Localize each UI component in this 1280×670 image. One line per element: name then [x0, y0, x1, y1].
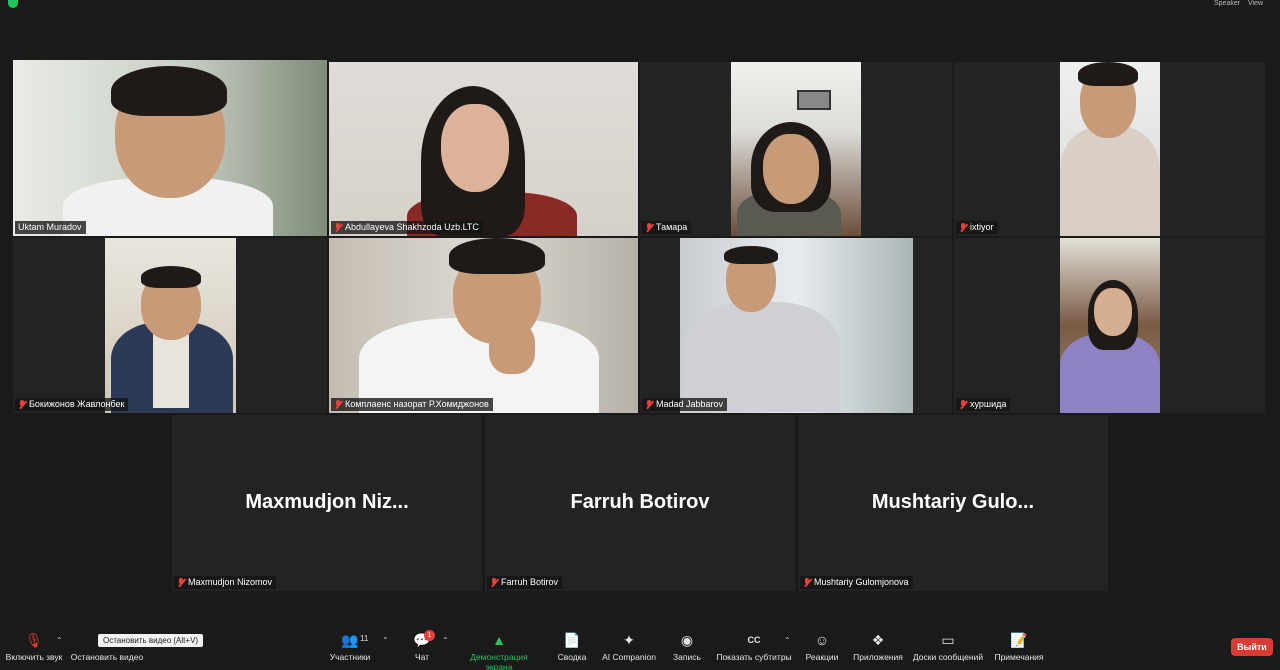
chat-unread-badge: 1	[424, 630, 435, 641]
gallery-view-button[interactable]: View	[1248, 0, 1263, 8]
chat-options-chevron-icon[interactable]: ⌃	[442, 636, 449, 645]
participant-name-tag: Madad Jabbarov	[642, 398, 728, 411]
mic-muted-icon	[959, 223, 967, 232]
participant-name-tag: Тамара	[642, 221, 692, 234]
notes-icon: 📝	[1010, 632, 1028, 648]
mic-muted-icon	[803, 578, 811, 587]
mic-muted-icon	[334, 223, 342, 232]
participant-display-name: Farruh Botirov	[570, 491, 710, 513]
participant-name-tag: Бокижонов Жавлонбек	[15, 398, 129, 411]
mic-muted-icon: 🎙	[25, 632, 43, 648]
video-tile-madad[interactable]: Madad Jabbarov	[640, 238, 952, 413]
participant-name-tag: Maxmudjon Nizomov	[174, 576, 277, 589]
leave-meeting-button[interactable]: Выйти	[1231, 638, 1273, 656]
participants-options-chevron-icon[interactable]: ⌃	[382, 636, 389, 645]
video-tile-tamara[interactable]: Тамара	[640, 62, 952, 236]
participant-name-tag: Abdullayeva Shakhzoda Uzb.LTC	[331, 221, 483, 234]
video-feed	[731, 62, 861, 236]
video-feed	[13, 60, 327, 236]
mic-muted-icon	[645, 223, 653, 232]
share-screen-arrow-icon: ▲	[492, 632, 506, 648]
video-feed	[1060, 238, 1160, 413]
closed-captions-icon: CC	[747, 635, 761, 645]
record-icon: ◉	[680, 632, 694, 648]
captions-options-chevron-icon[interactable]: ⌃	[784, 636, 791, 645]
record-button[interactable]: ◉ Запись	[670, 632, 704, 662]
summary-document-icon: 📄	[563, 632, 581, 648]
ai-companion-button[interactable]: ✦ AI Companion	[600, 632, 658, 662]
video-tile-compliance[interactable]: Комплаенс назорат Р.Хомиджонов	[329, 238, 638, 413]
participant-name-tag: ixtiyor	[956, 221, 998, 234]
share-screen-button[interactable]: ▲ Демонстрация экрана	[456, 632, 542, 670]
mic-muted-icon	[177, 578, 185, 587]
reactions-button[interactable]: ☺ Реакции	[804, 632, 840, 662]
participant-display-name: Maxmudjon Niz...	[245, 491, 409, 513]
video-tile-farruh[interactable]: Farruh Botirov Farruh Botirov	[485, 415, 795, 591]
meeting-toolbar: 🎙 Включить звук ⌃ ▮ Остановить видео 👥 У…	[0, 626, 1280, 670]
participant-name-tag: Farruh Botirov	[487, 576, 563, 589]
video-tile-uktam[interactable]: Uktam Muradov	[13, 60, 327, 236]
video-feed	[680, 238, 913, 413]
participant-name-tag: хуршида	[956, 398, 1011, 411]
whiteboard-icon: ▭	[941, 632, 955, 648]
participants-count: 11	[360, 634, 369, 643]
mic-muted-icon	[645, 400, 653, 409]
ai-sparkle-icon: ✦	[623, 632, 635, 648]
summary-button[interactable]: 📄 Сводка	[554, 632, 590, 662]
video-feed	[1060, 62, 1160, 236]
video-feed	[329, 62, 638, 236]
notes-button[interactable]: 📝 Примечания	[992, 632, 1046, 662]
apps-icon: ❖	[871, 632, 885, 648]
mic-muted-icon	[959, 400, 967, 409]
whiteboards-button[interactable]: ▭ Доски сообщений	[912, 632, 984, 662]
video-feed	[329, 238, 638, 413]
video-tile-mushtariy[interactable]: Mushtariy Gulo... Mushtariy Gulomjonova	[798, 415, 1108, 591]
participant-name-tag: Uktam Muradov	[15, 221, 86, 234]
unmute-button[interactable]: 🎙 Включить звук	[4, 632, 64, 662]
audio-options-chevron-icon[interactable]: ⌃	[56, 636, 63, 645]
stop-video-tooltip: Остановить видео (Alt+V)	[98, 634, 204, 647]
video-tile-ixtiyor[interactable]: ixtiyor	[954, 62, 1265, 236]
apps-button[interactable]: ❖ Приложения	[852, 632, 904, 662]
participant-display-name: Mushtariy Gulo...	[871, 491, 1035, 513]
security-shield-icon[interactable]	[8, 0, 18, 8]
show-captions-button[interactable]: CC Показать субтитры	[716, 632, 792, 662]
mic-muted-icon	[18, 400, 26, 409]
participant-name-tag: Комплаенс назорат Р.Хомиджонов	[331, 398, 493, 411]
participant-name-tag: Mushtariy Gulomjonova	[800, 576, 913, 589]
video-tile-khurshida[interactable]: хуршида	[954, 238, 1265, 413]
video-tile-bokijonov[interactable]: Бокижонов Жавлонбек	[13, 238, 327, 413]
mic-muted-icon	[490, 578, 498, 587]
speaker-view-button[interactable]: Speaker	[1214, 0, 1240, 8]
video-feed	[105, 238, 236, 413]
video-tile-abdullayeva[interactable]: Abdullayeva Shakhzoda Uzb.LTC	[329, 62, 638, 236]
top-bar: Speaker View	[0, 0, 1280, 14]
video-tile-maxmudjon[interactable]: Maxmudjon Niz... Maxmudjon Nizomov	[172, 415, 482, 591]
mic-muted-icon	[334, 400, 342, 409]
smiley-reaction-icon: ☺	[814, 632, 830, 648]
